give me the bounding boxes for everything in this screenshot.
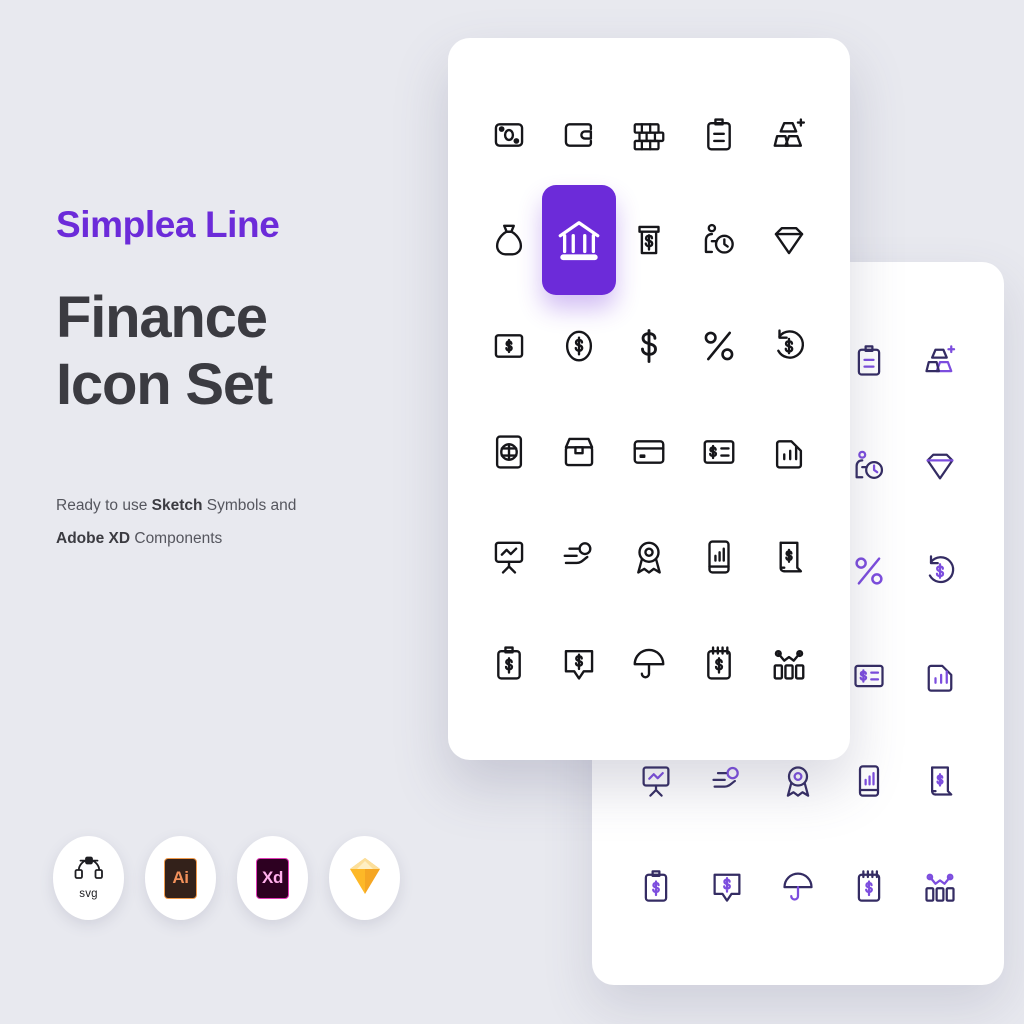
icon-cell-atm-cash[interactable]: [614, 188, 684, 294]
subtitle-suffix-2: Components: [130, 529, 223, 547]
icon-cell-award-ribbon[interactable]: [614, 505, 684, 611]
icon-cell-clipboard[interactable]: [684, 82, 754, 188]
icon-cell-diamond[interactable]: [754, 188, 824, 294]
eyebrow-label: Simplea Line: [56, 204, 280, 245]
icon-cell[interactable]: [834, 834, 905, 939]
icon-cell[interactable]: [620, 834, 691, 939]
icon-cell-umbrella[interactable]: [614, 610, 684, 716]
icon-cell-percent[interactable]: [684, 293, 754, 399]
front-icon-card: [448, 38, 850, 760]
icon-cell-wallet[interactable]: [544, 82, 614, 188]
icon-cell-chart-file[interactable]: [754, 399, 824, 505]
svg-badge[interactable]: svg: [53, 836, 124, 920]
subtitle-line-1: Ready to use Sketch Symbols and: [56, 490, 436, 523]
sketch-diamond-icon: [347, 856, 383, 901]
front-icon-grid: [448, 38, 850, 760]
subtitle-prefix: Ready to use: [56, 497, 152, 515]
icon-cell-clipboard-dollar[interactable]: [474, 610, 544, 716]
icon-cell-hand-coin[interactable]: [544, 505, 614, 611]
icon-cell-dollar-coin[interactable]: [544, 293, 614, 399]
icon-cell-banknote-square[interactable]: [474, 293, 544, 399]
sketch-word: Sketch: [151, 497, 203, 515]
icon-cell[interactable]: [762, 834, 833, 939]
icon-cell[interactable]: [905, 413, 976, 518]
icon-cell-chat-dollar[interactable]: [544, 610, 614, 716]
icon-cell-credit-card[interactable]: [614, 399, 684, 505]
page-title: Finance Icon Set: [56, 284, 273, 417]
icon-cell-safe-box[interactable]: [474, 82, 544, 188]
icon-cell-analytics-bars[interactable]: [754, 610, 824, 716]
icon-cell-money-bag[interactable]: [474, 188, 544, 294]
icon-cell-person-clock[interactable]: [684, 188, 754, 294]
icon-cell[interactable]: [905, 308, 976, 413]
hero-text-block: Simplea Line Finance Icon Set Ready to u…: [56, 204, 436, 555]
icon-cell-invoice[interactable]: [684, 399, 754, 505]
icon-cell[interactable]: [905, 729, 976, 834]
icon-cell[interactable]: [905, 623, 976, 728]
adobe-xd-word: Adobe XD: [56, 529, 131, 547]
poster-canvas: Simplea Line Finance Icon Set Ready to u…: [0, 0, 1024, 1024]
subtitle-suffix: Symbols and: [202, 497, 297, 515]
bezier-pen-icon: [74, 856, 104, 887]
icon-cell-bank-selected[interactable]: [542, 185, 616, 296]
icon-cell-mobile-chart[interactable]: [684, 505, 754, 611]
icon-cell-piggy-card[interactable]: [474, 399, 544, 505]
icon-cell[interactable]: [691, 834, 762, 939]
icon-cell-gold-bars[interactable]: [754, 82, 824, 188]
adobe-xd-icon: Xd: [256, 857, 289, 899]
hero-subtitle: Ready to use Sketch Symbols and Adobe XD…: [56, 490, 436, 555]
icon-cell-receipt-scroll[interactable]: [754, 505, 824, 611]
subtitle-line-2: Adobe XD Components: [56, 523, 436, 556]
illustrator-badge[interactable]: Ai: [145, 836, 216, 920]
adobe-illustrator-icon: Ai: [164, 857, 197, 899]
icon-cell-presentation[interactable]: [474, 505, 544, 611]
icon-cell[interactable]: [905, 518, 976, 623]
icon-cell[interactable]: [905, 834, 976, 939]
sketch-badge[interactable]: [329, 836, 400, 920]
icon-cell-money-stack[interactable]: [614, 82, 684, 188]
icon-cell-cash-box[interactable]: [544, 399, 614, 505]
svg-badge-label: svg: [79, 888, 98, 900]
format-badge-row: svg Ai Xd: [53, 836, 400, 920]
icon-cell-dollar-sign[interactable]: [614, 293, 684, 399]
adobe-xd-badge[interactable]: Xd: [237, 836, 308, 920]
icon-cell-refund[interactable]: [754, 293, 824, 399]
icon-cell-notepad-dollar[interactable]: [684, 610, 754, 716]
